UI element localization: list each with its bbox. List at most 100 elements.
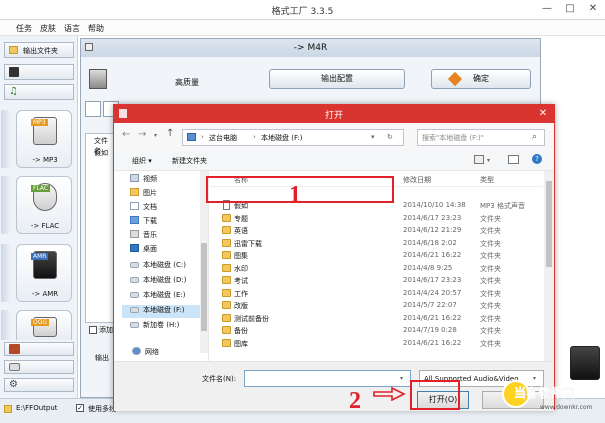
ok-button[interactable]: 确定 [431, 69, 531, 89]
output-settings-button[interactable]: 输出配置 [269, 69, 405, 89]
menu-item-help[interactable]: 帮助 [88, 23, 104, 34]
file-name: 工作 [234, 289, 248, 298]
nav-item-label: 本地磁盘 (D:) [143, 276, 187, 284]
output-folder-button[interactable]: 输出文件夹 [4, 42, 74, 58]
annotation-arrow-icon [373, 387, 406, 401]
file-row[interactable]: 专题 2014/6/17 23:23 文件夹 [210, 212, 543, 225]
column-header-date[interactable]: 修改日期 [403, 171, 431, 187]
documents-folder-icon [130, 202, 139, 210]
breadcrumb-this-pc[interactable]: 这台电脑 [209, 133, 237, 143]
category-tools[interactable]: ⚙ [4, 378, 74, 392]
nav-item-drive-e[interactable]: 本地磁盘 (E:) [130, 290, 185, 303]
device-image [570, 346, 600, 380]
m4r-title-bar: -> M4R [81, 39, 540, 57]
format-ogg-button[interactable]: OGG [16, 310, 72, 340]
add-checkbox[interactable] [89, 326, 97, 334]
format-amr-button[interactable]: AMR -> AMR [16, 244, 72, 302]
nav-item-drive-d[interactable]: 本地磁盘 (D:) [130, 275, 186, 288]
open-dialog: 打开 ✕ ← → ▾ ↑ › 这台电脑 › 本地磁盘 (F:) ▾ ↻ 搜索"本… [113, 104, 555, 411]
menu-item-skin[interactable]: 皮肤 [40, 23, 56, 34]
nav-item-videos[interactable]: 视频 [130, 174, 157, 187]
category-rom[interactable] [4, 360, 74, 374]
file-entry[interactable]: 假如 [94, 148, 108, 158]
multithread-checkbox[interactable]: ✓ [76, 404, 84, 412]
file-type: 文件夹 [480, 264, 501, 273]
add-file-button[interactable] [85, 101, 101, 117]
breadcrumb-dropdown-icon[interactable]: ▾ [371, 133, 375, 141]
format-flac-button[interactable]: FLAC -> FLAC [16, 176, 72, 234]
file-name: 图库 [234, 339, 248, 348]
nav-item-music[interactable]: 音乐 [130, 230, 157, 243]
output-folder-label: 输出文件夹 [23, 47, 58, 55]
close-app-button[interactable]: ✕ [581, 0, 605, 20]
filename-input[interactable]: ▾ [244, 370, 411, 387]
organize-button[interactable]: 组织 ▾ [132, 156, 152, 166]
folder-icon [222, 326, 231, 334]
format-mp3-button[interactable]: MP3 -> MP3 [16, 110, 72, 168]
file-row[interactable]: 水印 2014/4/8 9:25 文件夹 [210, 262, 543, 275]
folder-icon [222, 338, 231, 347]
output-label: 输出 [95, 354, 109, 362]
m4r-file-icon [89, 69, 107, 89]
dialog-close-button[interactable]: ✕ [532, 105, 554, 123]
output-path: E:\FFOutput [16, 404, 58, 412]
breadcrumb-drive-f[interactable]: 本地磁盘 (F:) [261, 133, 303, 143]
category-video[interactable] [4, 64, 74, 80]
nav-scrollbar-thumb[interactable] [201, 243, 207, 331]
maximize-button[interactable]: □ [558, 0, 582, 20]
file-row[interactable]: 英语 2014/6/12 21:29 文件夹 [210, 224, 543, 237]
file-row[interactable]: 测试前备份 2014/6/21 16:22 文件夹 [210, 312, 543, 325]
nav-item-pictures[interactable]: 图片 [130, 188, 157, 201]
minimize-button[interactable]: — [535, 0, 559, 20]
file-row[interactable]: 改版 2014/5/7 22:07 文件夹 [210, 299, 543, 312]
file-list[interactable]: 文件名 假如 [85, 133, 115, 323]
file-row[interactable]: 迅雷下载 2014/6/18 2:02 文件夹 [210, 237, 543, 250]
preview-pane-icon[interactable] [508, 155, 519, 164]
up-arrow-icon[interactable]: ↑ [166, 128, 174, 139]
nav-item-drive-f[interactable]: 本地磁盘 (F:) [122, 305, 208, 318]
panel-stripe [1, 244, 11, 302]
category-audio[interactable]: ♫ [4, 84, 74, 100]
pictures-folder-icon [130, 188, 139, 196]
file-date: 2014/6/18 2:02 [403, 238, 457, 247]
left-panel: 输出文件夹 ♫ MP3 -> MP3 FLAC -> FLAC AMR -> A… [0, 36, 78, 410]
search-input[interactable]: 搜索"本地磁盘 (F:)" ⌕ [417, 129, 545, 146]
file-row[interactable]: 工作 2014/4/24 20:57 文件夹 [210, 287, 543, 300]
menu-item-task[interactable]: 任务 [16, 23, 32, 34]
organize-label: 组织 [132, 157, 146, 165]
nav-item-downloads[interactable]: 下载 [130, 216, 157, 229]
folder-icon [222, 313, 231, 322]
breadcrumb[interactable]: › 这台电脑 › 本地磁盘 (F:) ▾ ↻ [182, 129, 404, 146]
file-type: 文件夹 [480, 214, 501, 223]
file-date: 2014/4/24 20:57 [403, 288, 462, 297]
view-options-icon[interactable] [474, 155, 484, 164]
file-row[interactable]: 图库 2014/6/21 16:22 文件夹 [210, 337, 543, 350]
add-label: 添加 [99, 326, 113, 334]
refresh-icon[interactable]: ↻ [387, 133, 393, 141]
nav-item-drive-c[interactable]: 本地磁盘 (C:) [130, 260, 186, 273]
file-row[interactable]: 考试 2014/6/17 23:23 文件夹 [210, 274, 543, 287]
file-date: 2014/6/17 23:23 [403, 276, 462, 284]
forward-arrow-icon[interactable]: → [138, 129, 146, 140]
nav-item-network[interactable]: 网络 [132, 347, 159, 360]
file-name: 水印 [234, 264, 248, 273]
new-folder-button[interactable]: 新建文件夹 [172, 156, 207, 166]
column-header-type[interactable]: 类型 [480, 171, 494, 187]
nav-item-documents[interactable]: 文档 [130, 202, 157, 215]
help-icon[interactable]: ? [532, 154, 542, 164]
format-amr-label: -> AMR [31, 290, 59, 298]
file-list-scrollbar-thumb[interactable] [546, 181, 552, 267]
category-image[interactable] [4, 342, 74, 356]
file-row[interactable]: 备份 2014/7/19 0:28 文件夹 [210, 324, 543, 337]
history-chevron-icon[interactable]: ▾ [154, 132, 157, 139]
file-list-scrollbar[interactable] [544, 171, 554, 361]
view-dropdown-icon[interactable]: ▾ [487, 157, 490, 164]
nav-item-drive-h[interactable]: 新加卷 (H:) [130, 320, 179, 333]
folder-icon [222, 263, 231, 272]
menu-item-language[interactable]: 语言 [64, 23, 80, 34]
dialog-title: 打开 [324, 111, 343, 121]
back-arrow-icon[interactable]: ← [122, 129, 130, 140]
filename-dropdown-icon[interactable]: ▾ [400, 375, 403, 382]
file-row[interactable]: 图集 2014/6/21 16:22 文件夹 [210, 249, 543, 262]
nav-item-desktop[interactable]: 桌面 [130, 244, 157, 257]
